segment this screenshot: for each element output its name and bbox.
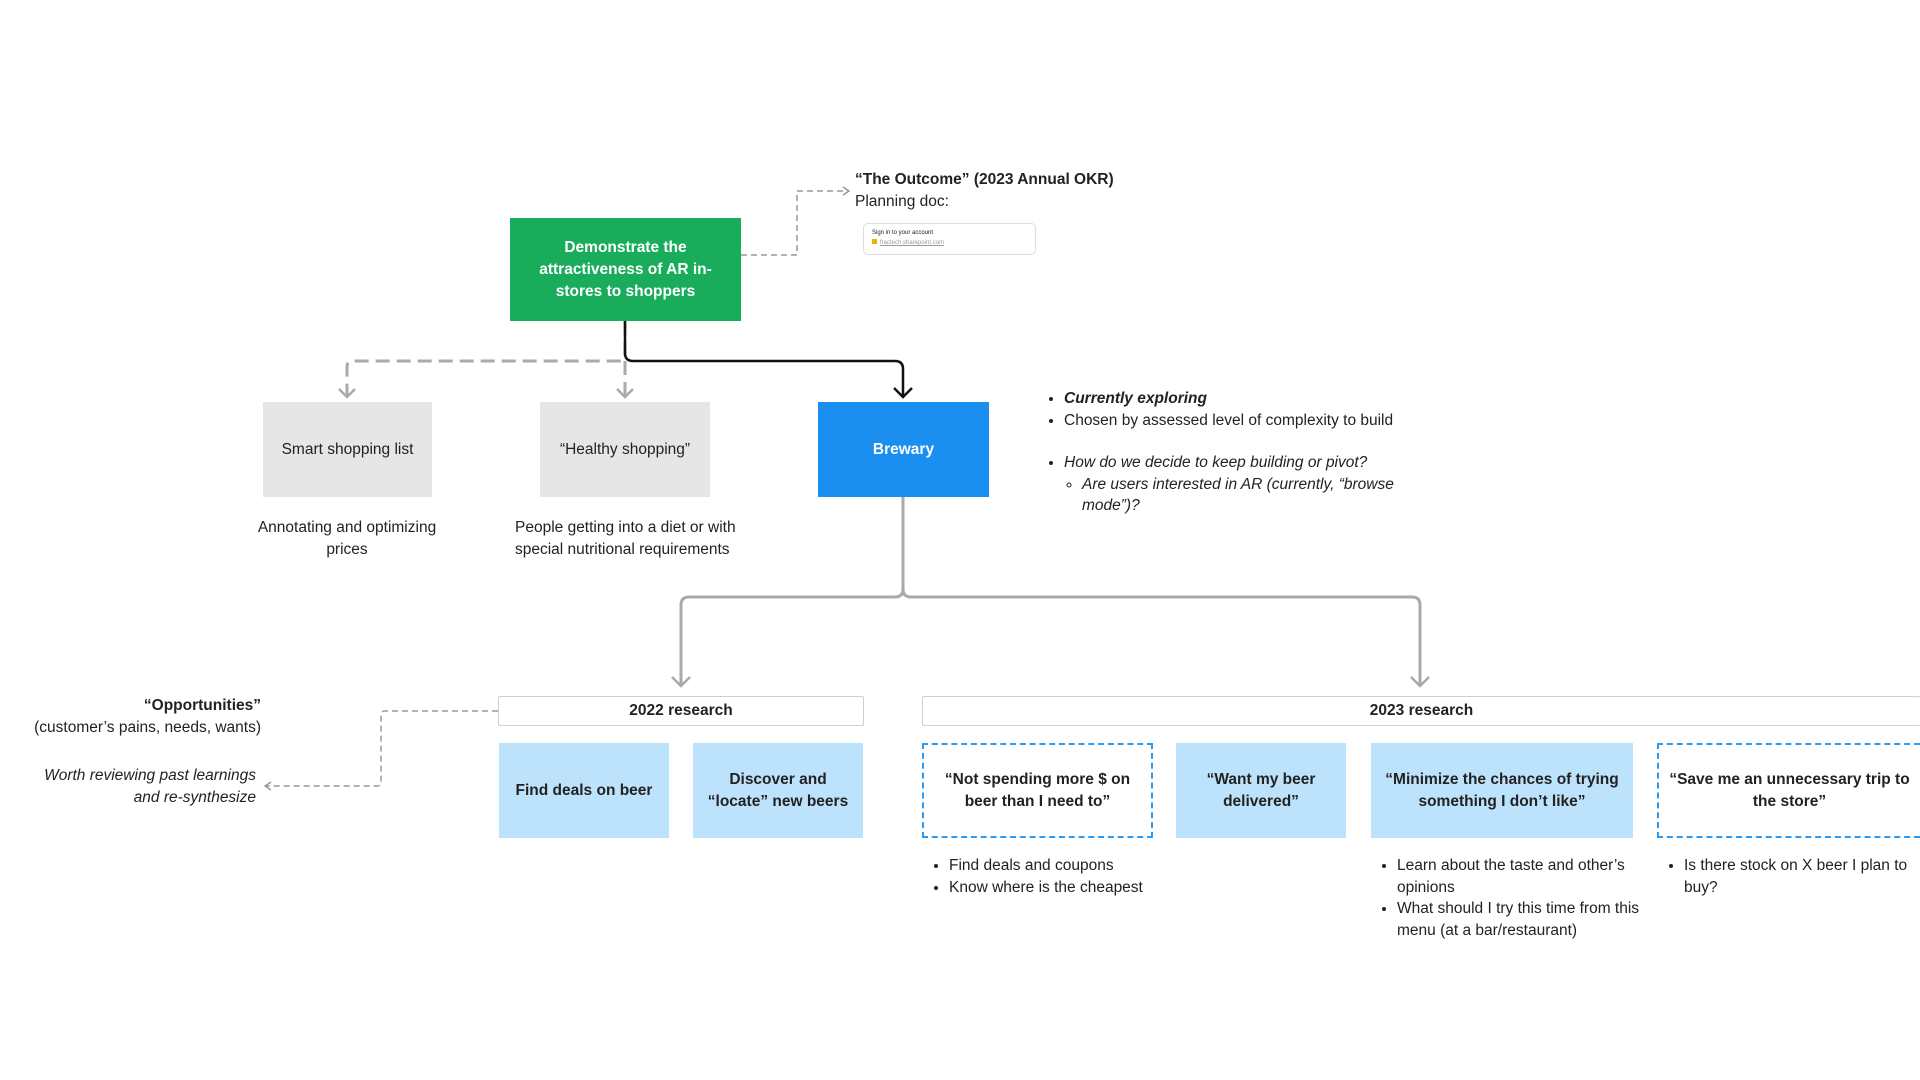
planning-doc-card[interactable]: Sign in to your account fractech.sharepo… [863, 223, 1036, 255]
okr-connector [741, 190, 848, 256]
doc-card-title: Sign in to your account [872, 230, 934, 236]
not-spending-bullets: Find deals and coupons Know where is the… [931, 855, 1169, 898]
bullet: What should I try this time from this me… [1397, 898, 1647, 941]
opportunities-connector [266, 710, 498, 787]
research-2023-header[interactable]: 2023 research [922, 696, 1920, 726]
note-status: Currently exploring [1064, 388, 1406, 410]
opportunities-label: “Opportunities” (customer’s pains, needs… [0, 695, 261, 739]
research-2022-header[interactable]: 2022 research [498, 696, 864, 726]
opportunities-subtitle: (customer’s pains, needs, wants) [34, 719, 261, 736]
sharepoint-icon [872, 239, 877, 244]
opportunity-find-deals[interactable]: Find deals on beer [499, 743, 669, 838]
opportunity-save-trip[interactable]: “Save me an unnecessary trip to the stor… [1657, 743, 1920, 838]
bullet: Find deals and coupons [949, 855, 1169, 877]
goal-box[interactable]: Demonstrate the attractiveness of AR in-… [510, 218, 741, 321]
note-sub-question: Are users interested in AR (currently, “… [1082, 474, 1406, 517]
note-reason: Chosen by assessed level of complexity t… [1064, 410, 1406, 432]
minimize-risk-bullets: Learn about the taste and other’s opinio… [1379, 855, 1647, 941]
note-question: How do we decide to keep building or piv… [1064, 454, 1368, 471]
option-brewary[interactable]: Brewary [818, 402, 989, 497]
opportunity-minimize-risk[interactable]: “Minimize the chances of trying somethin… [1371, 743, 1633, 838]
opportunity-beer-delivered[interactable]: “Want my beer delivered” [1176, 743, 1346, 838]
dashed-branch-connector [345, 321, 627, 396]
opportunity-discover-beers[interactable]: Discover and “locate” new beers [693, 743, 863, 838]
okr-title: “The Outcome” (2023 Annual OKR) [855, 171, 1114, 188]
smart-shopping-caption: Annotating and optimizing prices [257, 519, 437, 558]
dashed-arrow-smart [338, 388, 634, 399]
bullet: Learn about the taste and other’s opinio… [1397, 855, 1647, 898]
save-trip-bullets: Is there stock on X beer I plan to buy? [1666, 855, 1919, 898]
exploration-notes: Currently exploring Chosen by assessed l… [1046, 388, 1406, 517]
opportunities-note: Worth reviewing past learnings and re-sy… [44, 767, 256, 806]
planning-doc-label: Planning doc: [855, 193, 949, 210]
research-arrows [671, 676, 1430, 688]
option-healthy-shopping[interactable]: “Healthy shopping” [540, 402, 710, 497]
doc-card-link[interactable]: fractech.sharepoint.com [880, 240, 944, 246]
selected-branch-connector [623, 321, 905, 396]
brewary-connector [679, 497, 1422, 686]
bullet: Know where is the cheapest [949, 877, 1169, 899]
opportunities-title: “Opportunities” [143, 697, 261, 714]
option-smart-shopping-list[interactable]: Smart shopping list [263, 402, 432, 497]
okr-arrow [842, 186, 851, 196]
healthy-shopping-caption: People getting into a diet or with speci… [515, 519, 736, 558]
bullet: Is there stock on X beer I plan to buy? [1684, 855, 1919, 898]
opportunity-not-spending[interactable]: “Not spending more $ on beer than I need… [922, 743, 1153, 838]
